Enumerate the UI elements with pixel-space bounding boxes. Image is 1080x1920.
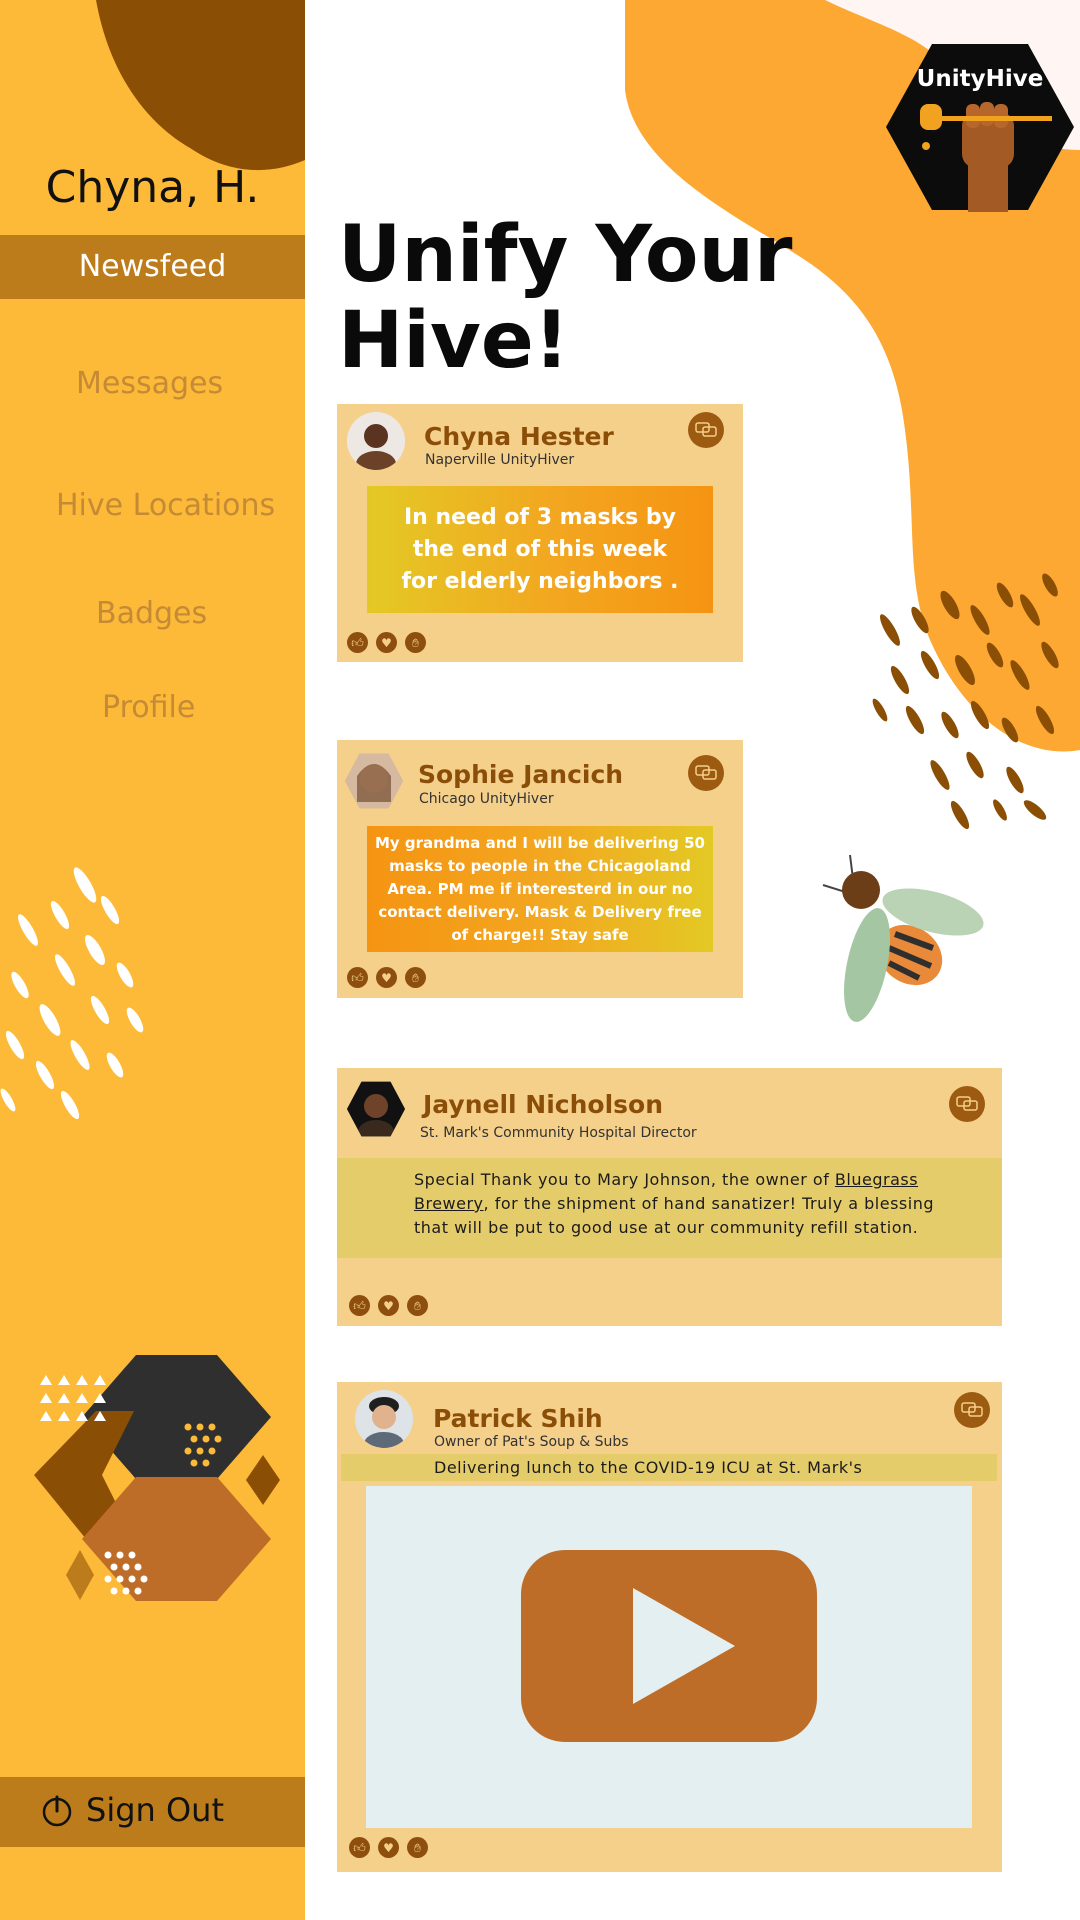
bee-illustration [822,854,984,1022]
post-author[interactable]: Jaynell Nicholson [423,1090,663,1119]
thumbs-up-icon[interactable]: 👍︎ [349,1295,370,1316]
comment-icon[interactable] [954,1392,990,1428]
comment-icon[interactable] [688,755,724,791]
post-author[interactable]: Sophie Jancich [418,760,623,789]
brown-brush-strokes-decoration [872,573,1059,830]
post-subtitle: Naperville UnityHiver [425,452,575,468]
post-subtitle: St. Mark's Community Hospital Director [420,1125,697,1141]
page-headline: Unify Your Hive! [338,210,793,386]
reaction-bar: 👍︎ ♥ ✋︎ [347,632,426,653]
clap-icon[interactable]: ✋︎ [407,1295,428,1316]
post-subtitle: Chicago UnityHiver [419,791,554,807]
white-brush-strokes-decoration [0,867,144,1120]
reaction-bar: 👍︎ ♥ ✋︎ [349,1295,428,1316]
logo-text: UnityHive [916,66,1044,92]
sidebar-item-newsfeed[interactable]: Newsfeed [0,235,305,299]
hamburger-menu-icon[interactable] [318,33,400,89]
user-name: Chyna, H. [45,162,260,213]
power-icon [42,1795,72,1827]
post-author[interactable]: Patrick Shih [433,1404,603,1433]
post-message: In need of 3 masks by the end of this we… [367,486,713,613]
sidebar-item-badges[interactable]: Badges [96,596,207,631]
clap-icon[interactable]: ✋︎ [405,967,426,988]
comment-icon[interactable] [688,412,724,448]
sign-out-button[interactable]: Sign Out [0,1777,305,1847]
post-subtitle: Owner of Pat's Soup & Subs [434,1434,629,1450]
heart-icon[interactable]: ♥ [376,632,397,653]
post-message: Delivering lunch to the COVID-19 ICU at … [341,1454,997,1481]
hexagon-pattern-decoration [34,1355,280,1601]
reaction-bar: 👍︎ ♥ ✋︎ [349,1837,428,1858]
play-button[interactable] [521,1550,817,1742]
avatar [345,753,403,809]
post-card: Jaynell Nicholson St. Mark's Community H… [337,1068,1002,1326]
sidebar: Chyna, H. Newsfeed Messages Hive Locatio… [0,0,305,1920]
post-message: My grandma and I will be delivering 50 m… [367,826,713,952]
sidebar-item-hive-locations[interactable]: Hive Locations [56,488,275,523]
avatar [355,1390,413,1448]
heart-icon[interactable]: ♥ [376,967,397,988]
play-icon [633,1588,735,1704]
thumbs-up-icon[interactable]: 👍︎ [349,1837,370,1858]
reaction-bar: 👍︎ ♥ ✋︎ [347,967,426,988]
sidebar-item-profile[interactable]: Profile [102,690,195,725]
avatar [347,412,405,470]
post-author[interactable]: Chyna Hester [424,422,614,451]
comment-icon[interactable] [949,1086,985,1122]
heart-icon[interactable]: ♥ [378,1837,399,1858]
clap-icon[interactable]: ✋︎ [407,1837,428,1858]
thumbs-up-icon[interactable]: 👍︎ [347,967,368,988]
post-message: Special Thank you to Mary Johnson, the o… [337,1158,1002,1258]
avatar [347,1081,405,1137]
clap-icon[interactable]: ✋︎ [405,632,426,653]
post-card: Patrick Shih Owner of Pat's Soup & Subs … [337,1382,1002,1872]
post-message-text: Special Thank you to Mary Johnson, the o… [414,1170,835,1189]
heart-icon[interactable]: ♥ [378,1295,399,1316]
post-card: Sophie Jancich Chicago UnityHiver My gra… [337,740,743,998]
post-message-text: , for the shipment of hand sanatizer! Tr… [414,1194,934,1237]
thumbs-up-icon[interactable]: 👍︎ [347,632,368,653]
sidebar-item-messages[interactable]: Messages [76,366,223,401]
video-player[interactable] [366,1486,972,1828]
post-card: Chyna Hester Naperville UnityHiver In ne… [337,404,743,662]
sign-out-label: Sign Out [86,1791,224,1829]
